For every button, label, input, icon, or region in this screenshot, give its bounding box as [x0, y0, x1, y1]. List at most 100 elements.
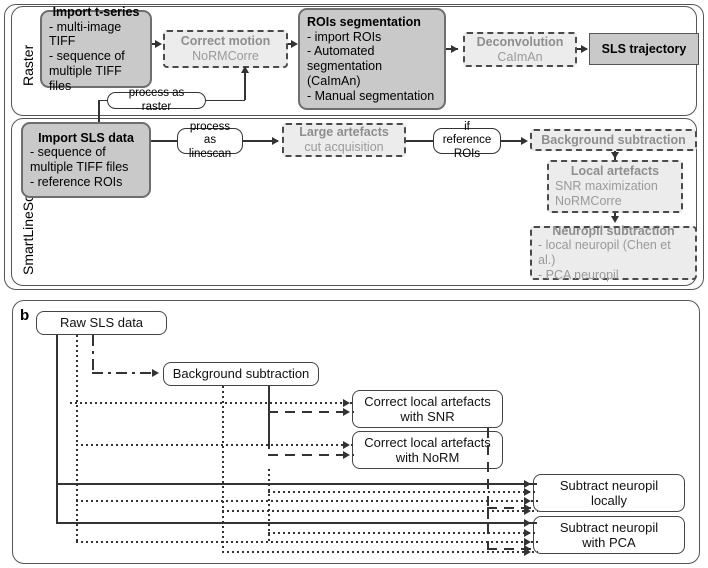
box-neuropil-subtraction[interactable]: Neuropil subtraction - local neuropil (C… [530, 223, 697, 282]
box-correct-local-snr-line-1: Correct local artefacts [364, 393, 491, 409]
snr-dashed-pca-head [524, 544, 531, 553]
corr-dotted-local-h [268, 491, 538, 493]
box-import-t-series-line-0: - multi-image TIFF [49, 19, 122, 49]
box-local-artefacts-line-0: SNR maximization [555, 179, 658, 194]
bg-dotted-to-snr-head [343, 398, 350, 407]
box-correct-local-snr-line-2: with SNR [400, 409, 455, 424]
box-neuropil-subtraction-line-0: - local neuropil (Chen et al.) [538, 238, 671, 267]
box-raw-sls-data-text: Raw SLS data [59, 315, 144, 331]
corr-dotted-pca-h [268, 532, 538, 534]
box-correct-motion[interactable]: Correct motion NoRMCorre [163, 30, 288, 68]
raw-to-bg-dashdot-head [152, 368, 159, 377]
corr-dotted-pca-head [524, 528, 531, 537]
bg-dashed-to-snr-h [268, 411, 354, 413]
bg-solid-stub-v [268, 386, 270, 411]
label-process-as-linescan-line-1: linescan [188, 147, 232, 160]
box-rois-segmentation-line-1: - Automated [307, 44, 375, 59]
box-subtract-neuropil-pca-line-1: Subtract neuropil [559, 519, 659, 535]
box-large-artefacts-line-0: cut acquisition [304, 140, 384, 154]
box-import-sls-data-line-1: multiple TIFF files [30, 160, 129, 174]
box-correct-local-norm-line-2: with NoRM [395, 450, 460, 465]
box-rois-segmentation-line-3: (CaImAn) [307, 73, 361, 88]
bg-dashed-to-norm-head [343, 450, 350, 459]
box-subtract-neuropil-pca[interactable]: Subtract neuropil with PCA [533, 516, 685, 554]
box-raw-sls-data[interactable]: Raw SLS data [36, 311, 167, 335]
raw-solid-trunk-v [56, 335, 58, 523]
box-import-sls-data-line-0: - sequence of [30, 145, 106, 160]
raw-dotted-trunk-v [76, 335, 78, 445]
box-local-artefacts[interactable]: Local artefacts SNR maximization NoRMCor… [547, 160, 683, 213]
large-to-ifref-line [406, 140, 434, 142]
box-large-artefacts[interactable]: Large artefacts cut acquisition [282, 123, 406, 157]
raster-route-right-h [205, 99, 245, 102]
panel-b-letter: b [20, 307, 30, 324]
arrow-tseries-to-motion-head [155, 39, 162, 48]
arrow-motion-to-rois-head [291, 39, 298, 48]
snr-dashed-trunk2-v [487, 507, 489, 549]
bg-solid-stub2-v [268, 411, 270, 449]
box-rois-segmentation-title: ROIs segmentation [307, 14, 421, 29]
figure-root: a Raster SmartLineScan Import t-series -… [0, 0, 708, 568]
ifref-to-bg-head [521, 136, 528, 145]
box-local-artefacts-title: Local artefacts [570, 164, 660, 179]
box-import-sls-data-title: Import SLS data [38, 130, 134, 145]
box-rois-segmentation-line-4: - Manual segmentation [307, 88, 435, 103]
local-to-neuropil-head [610, 216, 619, 223]
bg-dotted-to-snr-h [70, 402, 354, 404]
box-subtract-neuropil-locally-line-1: Subtract neuropil [559, 477, 659, 493]
box-subtract-neuropil-pca-line-2: with PCA [582, 535, 636, 550]
box-sls-trajectory-title: SLS trajectory [601, 41, 687, 56]
box-deconvolution[interactable]: Deconvolution CaImAn [463, 32, 577, 67]
box-deconvolution-line-0: CaImAn [497, 49, 543, 64]
box-correct-motion-line-0: NoRMCorre [192, 49, 259, 63]
box-neuropil-subtraction-title: Neuropil subtraction [552, 223, 675, 238]
box-correct-local-norm-line-1: Correct local artefacts [364, 434, 491, 450]
box-sls-trajectory[interactable]: SLS trajectory [589, 33, 699, 65]
label-if-reference-rois-line-0: if reference [442, 120, 492, 147]
raw-dotted-pca-h [76, 541, 538, 543]
box-background-subtraction-b-text: Background subtraction [172, 366, 310, 382]
bg-dashed-to-norm-h [268, 454, 354, 456]
box-rois-segmentation-line-0: - import ROIs [307, 29, 382, 44]
label-if-reference-rois-line-1: ROIs [453, 147, 481, 160]
box-large-artefacts-title: Large artefacts [299, 125, 389, 140]
label-process-as-linescan[interactable]: process as linescan [177, 121, 243, 160]
raster-route-right-v [244, 72, 246, 100]
box-rois-segmentation[interactable]: ROIs segmentation - import ROIs - Automa… [298, 8, 446, 110]
box-neuropil-subtraction-line-1: - PCA neuropil [538, 267, 619, 282]
snr-dashed-local-head [524, 503, 531, 512]
box-correct-motion-title: Correct motion [180, 34, 271, 49]
raw-solid-branch-pca-h [56, 522, 537, 524]
raster-route-arrow-head [240, 66, 249, 73]
raw-to-bg-dashdot-h [92, 372, 152, 374]
arrow-rois-to-deconv-head [451, 44, 458, 53]
box-subtract-neuropil-locally[interactable]: Subtract neuropil locally [533, 474, 685, 512]
bg-to-local-head [610, 152, 619, 159]
box-correct-local-norm[interactable]: Correct local artefacts with NoRM [352, 431, 503, 469]
bg-dashed-to-snr-head [343, 407, 350, 416]
raster-row-label: Raster [20, 44, 36, 86]
box-background-subtraction-a[interactable]: Background subtraction [530, 129, 697, 151]
raw-dotted-to-norm-h [76, 444, 354, 446]
label-process-as-raster-text: process as raster [128, 86, 185, 113]
raw-solid-branch-local-h [56, 483, 537, 485]
raw-to-bg-dashdot-v [92, 335, 94, 373]
label-process-as-linescan-line-0: process as [189, 120, 231, 147]
snr-dashed-trunk-v [487, 428, 489, 519]
label-process-as-raster[interactable]: process as raster [107, 87, 206, 113]
raw-solid-branch-pca-head [524, 518, 531, 527]
raw-dotted-to-norm-head [343, 440, 350, 449]
box-deconvolution-title: Deconvolution [476, 34, 564, 49]
box-import-sls-data-line-2: - reference ROIs [30, 174, 123, 189]
box-import-t-series[interactable]: Import t-series - multi-image TIFF - seq… [40, 5, 152, 93]
box-import-t-series-line-1: - sequence of [49, 49, 125, 63]
raw-dotted-long-v [76, 444, 78, 544]
raw-solid-branch-local-head [524, 479, 531, 488]
corr-dotted-local-head [524, 487, 531, 496]
box-import-sls-data[interactable]: Import SLS data - sequence of multiple T… [21, 122, 151, 198]
label-if-reference-rois[interactable]: if reference ROIs [433, 121, 501, 160]
raw-dotted-local-h [76, 500, 538, 502]
box-correct-local-snr[interactable]: Correct local artefacts with SNR [352, 390, 503, 428]
box-rois-segmentation-line-2: segmentation [307, 59, 383, 73]
box-background-subtraction-b[interactable]: Background subtraction [163, 362, 319, 386]
